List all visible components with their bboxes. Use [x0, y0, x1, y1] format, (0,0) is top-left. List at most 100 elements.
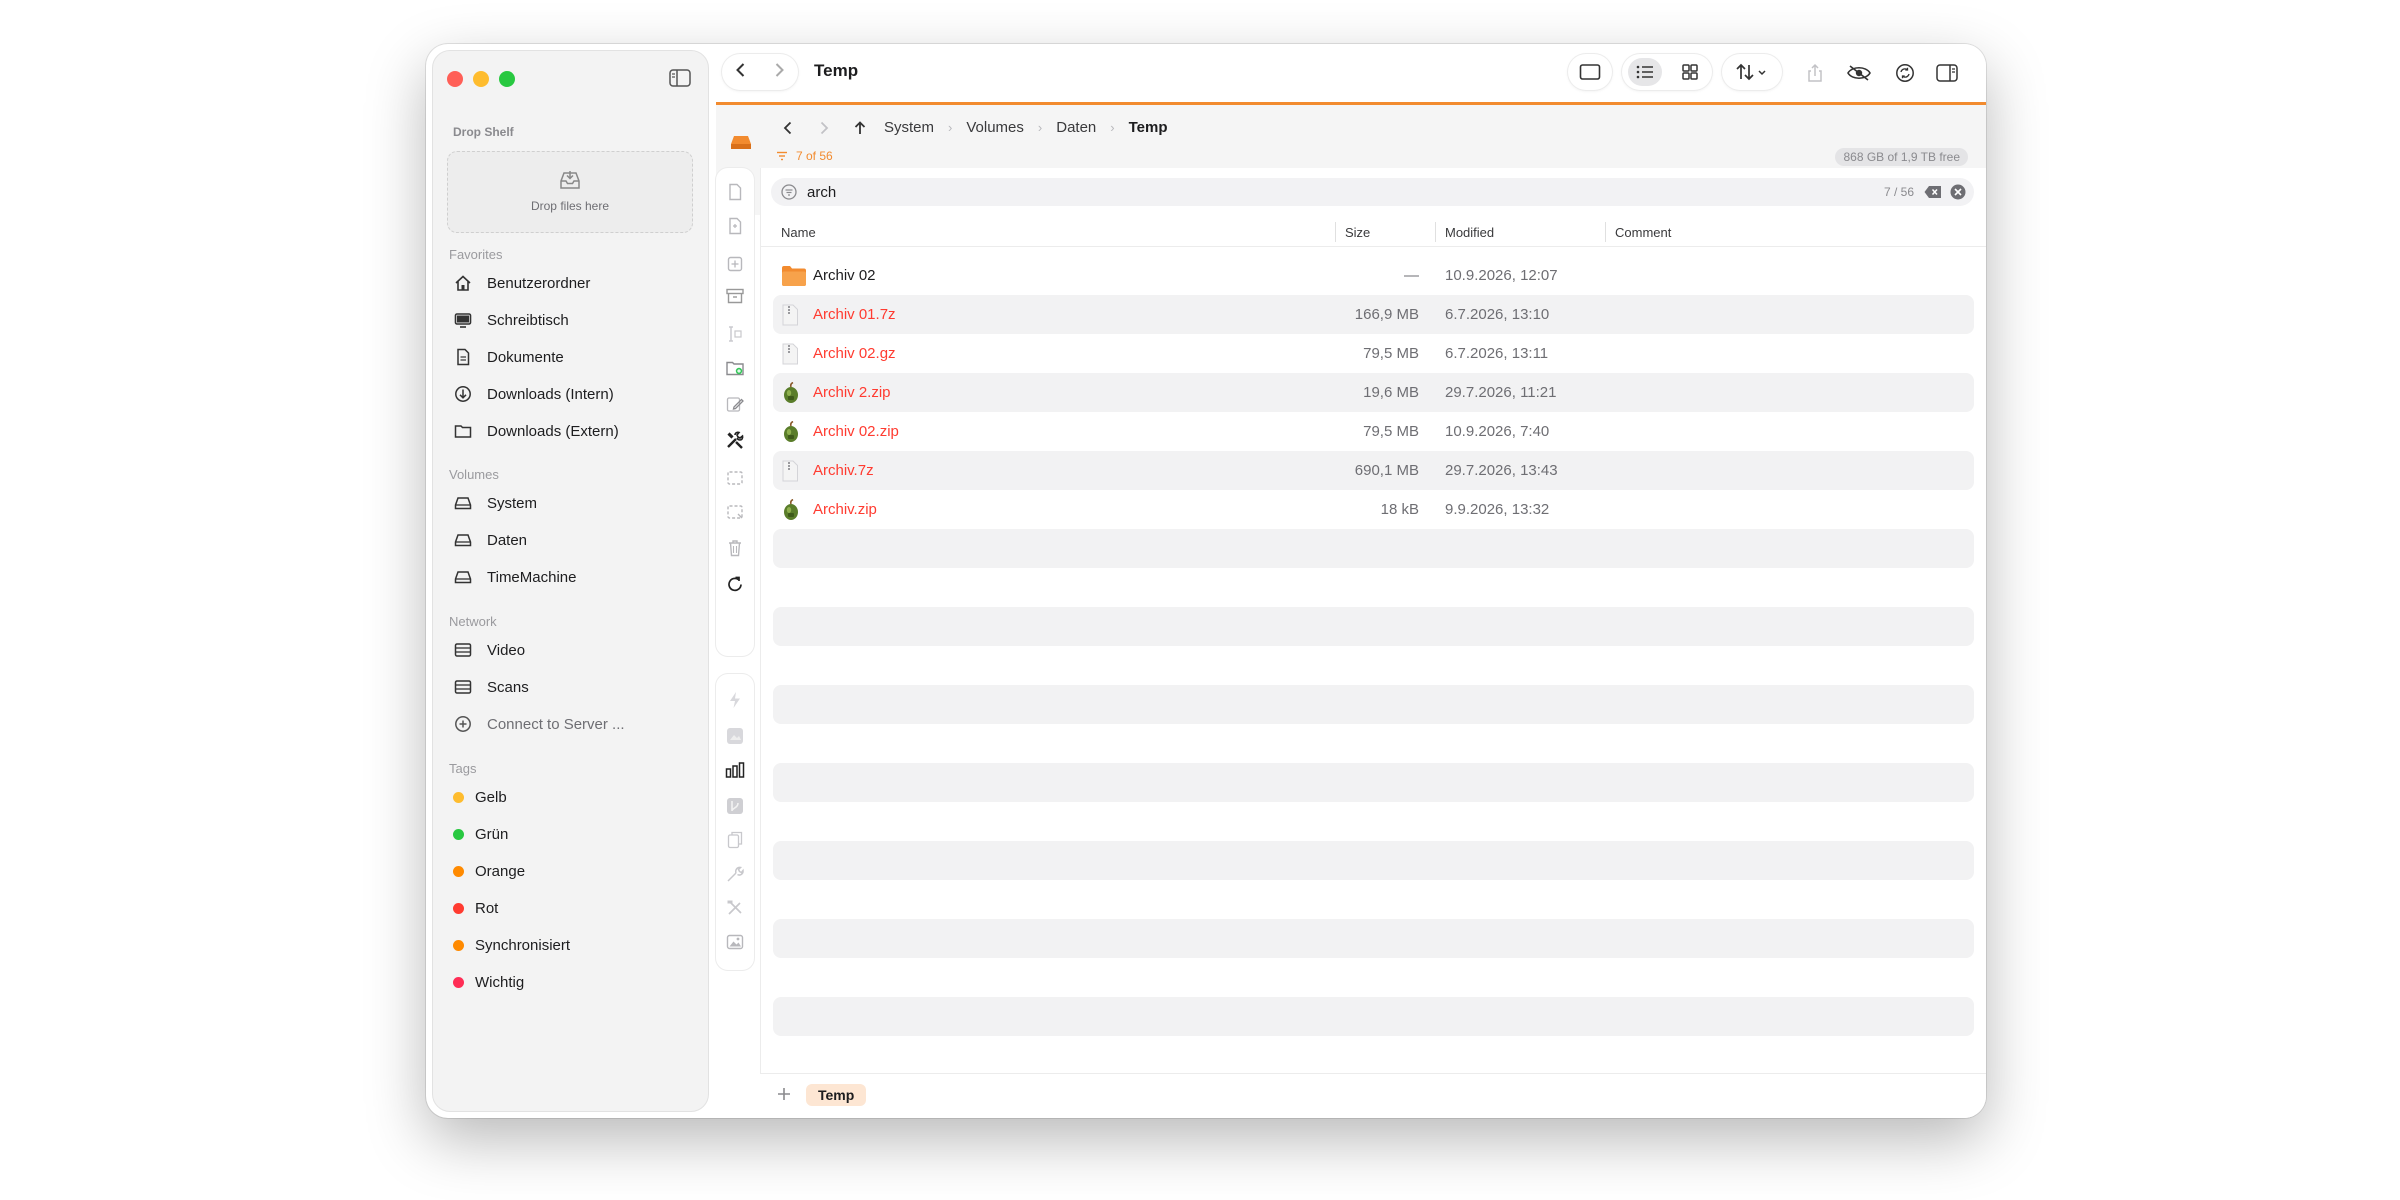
- minimize-window-button[interactable]: [473, 71, 489, 87]
- clear-filter-button[interactable]: [1924, 185, 1942, 199]
- breadcrumb-volumes[interactable]: Volumes: [966, 119, 1024, 136]
- close-filter-button[interactable]: [1950, 184, 1966, 200]
- file-size: 18 kB: [1380, 501, 1419, 518]
- tab-temp[interactable]: Temp: [806, 1084, 867, 1106]
- select-all-icon[interactable]: [725, 468, 745, 488]
- new-file-icon[interactable]: [725, 182, 745, 202]
- column-header-size[interactable]: Size: [1345, 225, 1370, 240]
- filter-result-count: 7 / 56: [1883, 185, 1914, 199]
- sidebar-tag-rot[interactable]: Rot: [453, 894, 498, 922]
- empty-row: [773, 802, 1974, 841]
- table-row[interactable]: Archiv 02.gz 79,5 MB 6.7.2026, 13:11: [773, 334, 1974, 373]
- add-tab-button[interactable]: [774, 1084, 794, 1104]
- sidebar-item-scans[interactable]: Scans: [453, 673, 693, 701]
- table-row[interactable]: Archiv.7z 690,1 MB 29.7.2026, 13:43: [773, 451, 1974, 490]
- file-name: Archiv 2.zip: [813, 384, 891, 401]
- sidebar-tag-gelb[interactable]: Gelb: [453, 783, 507, 811]
- zoom-window-button[interactable]: [499, 71, 515, 87]
- breadcrumb-temp[interactable]: Temp: [1129, 119, 1168, 136]
- sidebar-item-downloads-intern[interactable]: Downloads (Intern): [453, 380, 693, 408]
- sidebar-item-daten[interactable]: Daten: [453, 526, 693, 554]
- path-forward-button[interactable]: [812, 121, 836, 135]
- sidebar-item-connect-to-server[interactable]: Connect to Server ...: [453, 710, 693, 738]
- refresh-icon[interactable]: [725, 574, 745, 594]
- file-size: 690,1 MB: [1354, 462, 1419, 479]
- column-header-modified[interactable]: Modified: [1445, 225, 1494, 240]
- archive-box-icon[interactable]: [725, 286, 745, 306]
- sidebar-item-video[interactable]: Video: [453, 636, 693, 664]
- photo-app-icon[interactable]: [725, 726, 745, 746]
- new-folder-icon[interactable]: [725, 358, 745, 378]
- image-icon[interactable]: [725, 932, 745, 952]
- wrench-icon[interactable]: [725, 864, 745, 884]
- text-cursor-icon[interactable]: [725, 324, 745, 344]
- extra-toolstrip: [716, 674, 754, 970]
- table-row[interactable]: Archiv 02.zip 79,5 MB 10.9.2026, 7:40: [773, 412, 1974, 451]
- trash-icon[interactable]: [725, 538, 745, 558]
- filter-input[interactable]: [805, 182, 1884, 202]
- add-to-archive-icon[interactable]: [725, 254, 745, 274]
- column-header-name[interactable]: Name: [781, 225, 816, 240]
- chevron-left-icon: [736, 62, 745, 77]
- archive-app-icon[interactable]: [725, 796, 745, 816]
- path-up-button[interactable]: [848, 120, 872, 135]
- window-title: Temp: [814, 61, 859, 80]
- breadcrumb-daten[interactable]: Daten: [1056, 119, 1096, 136]
- filter-search-box: 7 / 56: [771, 178, 1974, 206]
- sidebar-tag-synchronisiert[interactable]: Synchronisiert: [453, 931, 570, 959]
- lightning-icon[interactable]: [725, 690, 745, 710]
- zip-archive-icon: [781, 381, 803, 404]
- close-window-button[interactable]: [447, 71, 463, 87]
- tags-title: Tags: [449, 761, 477, 776]
- zip-archive-icon: [781, 498, 803, 521]
- copy-file-icon[interactable]: [725, 216, 745, 236]
- grid-view-button[interactable]: [1673, 58, 1707, 86]
- breadcrumb-system[interactable]: System: [884, 119, 934, 136]
- chevron-left-icon: [783, 121, 792, 134]
- history-nav-group: [722, 54, 798, 90]
- single-pane-button[interactable]: [1568, 54, 1612, 90]
- sidebar-toggle-icon[interactable]: [669, 69, 691, 87]
- table-row[interactable]: Archiv 01.7z 166,9 MB 6.7.2026, 13:10: [773, 295, 1974, 334]
- sort-button[interactable]: [1722, 54, 1782, 90]
- sidebar-item-schreibtisch[interactable]: Schreibtisch: [453, 306, 693, 334]
- table-row[interactable]: Archiv 02 — 10.9.2026, 12:07: [773, 256, 1974, 295]
- sidebar-item-downloads-extern[interactable]: Downloads (Extern): [453, 417, 693, 445]
- tools-icon[interactable]: [725, 430, 745, 450]
- sidebar-item-benutzerordner[interactable]: Benutzerordner: [453, 269, 693, 297]
- archive-file-icon: [781, 460, 803, 482]
- back-button[interactable]: [734, 62, 748, 83]
- share-button[interactable]: [1802, 60, 1828, 86]
- sidebar-tag-grün[interactable]: Grün: [453, 820, 508, 848]
- sidebar-item-system[interactable]: System: [453, 489, 693, 517]
- duplicate-icon[interactable]: [725, 830, 745, 850]
- list-view-button[interactable]: [1627, 58, 1662, 86]
- hidden-files-toggle[interactable]: [1846, 60, 1872, 86]
- chart-bars-icon[interactable]: [725, 760, 745, 780]
- server-icon: [453, 677, 473, 697]
- window-icon: [1579, 64, 1601, 80]
- drive-icon: [453, 530, 473, 550]
- hammer-wrench-icon[interactable]: [725, 898, 745, 918]
- file-size: 166,9 MB: [1354, 306, 1419, 323]
- sidebar-tag-orange[interactable]: Orange: [453, 857, 525, 885]
- sidebar-item-timemachine[interactable]: TimeMachine: [453, 563, 693, 591]
- volume-drive-icon: [730, 133, 752, 156]
- column-divider[interactable]: [1435, 222, 1436, 242]
- column-header-comment[interactable]: Comment: [1615, 225, 1671, 240]
- table-row[interactable]: Archiv.zip 18 kB 9.9.2026, 13:32: [773, 490, 1974, 529]
- forward-button[interactable]: [772, 62, 786, 83]
- sync-button[interactable]: [1892, 60, 1918, 86]
- file-name: Archiv 01.7z: [813, 306, 896, 323]
- column-divider[interactable]: [1605, 222, 1606, 242]
- inspector-toggle[interactable]: [1934, 60, 1960, 86]
- table-row[interactable]: Archiv 2.zip 19,6 MB 29.7.2026, 11:21: [773, 373, 1974, 412]
- item-count: 7 of 56: [796, 149, 833, 163]
- column-divider[interactable]: [1335, 222, 1336, 242]
- drop-shelf-zone[interactable]: Drop files here: [447, 151, 693, 233]
- rename-pencil-icon[interactable]: [725, 394, 745, 414]
- sidebar-tag-wichtig[interactable]: Wichtig: [453, 968, 524, 996]
- deselect-icon[interactable]: [725, 502, 745, 522]
- path-back-button[interactable]: [776, 121, 800, 135]
- sidebar-item-dokumente[interactable]: Dokumente: [453, 343, 693, 371]
